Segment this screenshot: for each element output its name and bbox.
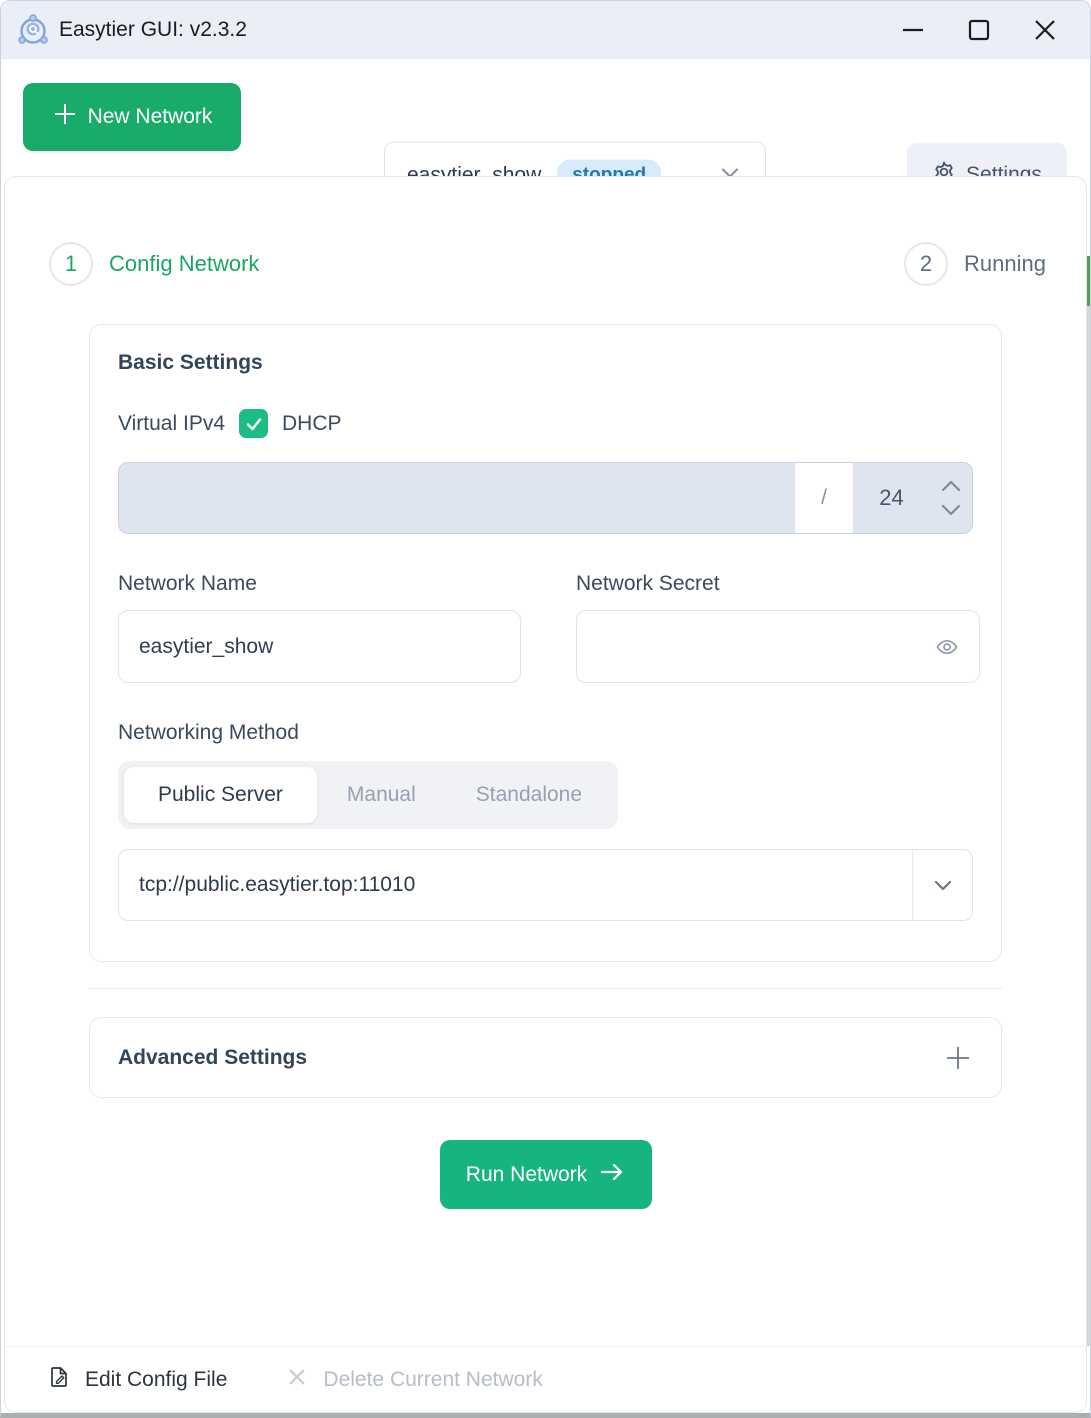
run-network-label: Run Network xyxy=(466,1163,587,1187)
next-panel-peek-gray xyxy=(1087,306,1090,1346)
eye-icon[interactable] xyxy=(935,635,959,659)
tab-manual[interactable]: Manual xyxy=(317,767,446,823)
public-server-select[interactable]: tcp://public.easytier.top:11010 xyxy=(118,849,973,921)
close-button[interactable] xyxy=(1012,1,1078,59)
chevron-down-icon[interactable] xyxy=(940,504,962,517)
step-1-label: Config Network xyxy=(109,251,259,277)
window-title: Easytier GUI: v2.3.2 xyxy=(59,18,880,42)
step-config-network: 1 Config Network xyxy=(49,242,259,286)
arrow-right-icon xyxy=(599,1159,625,1191)
networking-method-tabs: Public Server Manual Standalone xyxy=(118,761,618,829)
basic-settings-title: Basic Settings xyxy=(118,351,973,375)
tab-standalone[interactable]: Standalone xyxy=(446,767,612,823)
chevron-up-icon[interactable] xyxy=(940,479,962,492)
network-name-value: easytier_show xyxy=(139,635,273,659)
network-name-label: Network Name xyxy=(118,572,521,596)
network-secret-input[interactable] xyxy=(576,610,980,683)
virtual-ipv4-label: Virtual IPv4 xyxy=(118,412,225,436)
new-network-button[interactable]: New Network xyxy=(23,83,241,151)
step-2-label: Running xyxy=(964,251,1046,277)
edit-config-file-label: Edit Config File xyxy=(85,1368,227,1392)
main-panel: 1 Config Network 2 Running Basic Setting… xyxy=(4,176,1087,1413)
prefix-separator: / xyxy=(795,462,853,534)
virtual-ipv4-group: / 24 xyxy=(118,462,973,534)
file-edit-icon xyxy=(47,1365,71,1395)
delete-current-network-button[interactable]: Delete Current Network xyxy=(285,1365,542,1395)
titlebar: Easytier GUI: v2.3.2 xyxy=(1,1,1090,59)
prefix-length-value: 24 xyxy=(853,485,930,511)
chevron-down-icon xyxy=(913,872,972,898)
new-network-label: New Network xyxy=(88,105,213,129)
basic-settings-card: Basic Settings Virtual IPv4 DHCP / 24 xyxy=(89,324,1002,962)
step-running: 2 Running xyxy=(904,242,1046,286)
run-network-button[interactable]: Run Network xyxy=(440,1140,652,1209)
virtual-ipv4-input xyxy=(118,462,795,534)
network-name-input[interactable]: easytier_show xyxy=(118,610,521,683)
minimize-button[interactable] xyxy=(880,1,946,59)
app-logo-icon xyxy=(15,12,51,48)
tab-public-server[interactable]: Public Server xyxy=(124,767,317,823)
section-divider xyxy=(89,988,1002,989)
maximize-button[interactable] xyxy=(946,1,1012,59)
window-controls xyxy=(880,1,1090,59)
networking-method-label: Networking Method xyxy=(118,721,973,745)
app-window: Easytier GUI: v2.3.2 New Network easytie… xyxy=(0,0,1091,1418)
network-secret-label: Network Secret xyxy=(576,572,980,596)
advanced-settings-card[interactable]: Advanced Settings xyxy=(89,1017,1002,1098)
toolbar: New Network easytier_show stopped Settin… xyxy=(1,59,1090,176)
public-server-url: tcp://public.easytier.top:11010 xyxy=(119,873,912,897)
advanced-settings-title: Advanced Settings xyxy=(118,1046,307,1070)
delete-current-network-label: Delete Current Network xyxy=(323,1368,542,1392)
dhcp-checkbox[interactable] xyxy=(239,409,268,438)
dhcp-label: DHCP xyxy=(282,412,342,436)
x-icon xyxy=(285,1365,309,1395)
steps: 1 Config Network 2 Running xyxy=(5,177,1086,286)
step-2-circle: 2 xyxy=(904,242,948,286)
next-panel-peek-green xyxy=(1087,256,1090,306)
prefix-length-stepper: 24 xyxy=(853,462,973,534)
plus-icon xyxy=(52,101,78,133)
step-1-circle: 1 xyxy=(49,242,93,286)
expand-plus-icon[interactable] xyxy=(943,1043,973,1073)
edit-config-file-button[interactable]: Edit Config File xyxy=(47,1365,227,1395)
footer-bar: Edit Config File Delete Current Network xyxy=(5,1346,1086,1412)
